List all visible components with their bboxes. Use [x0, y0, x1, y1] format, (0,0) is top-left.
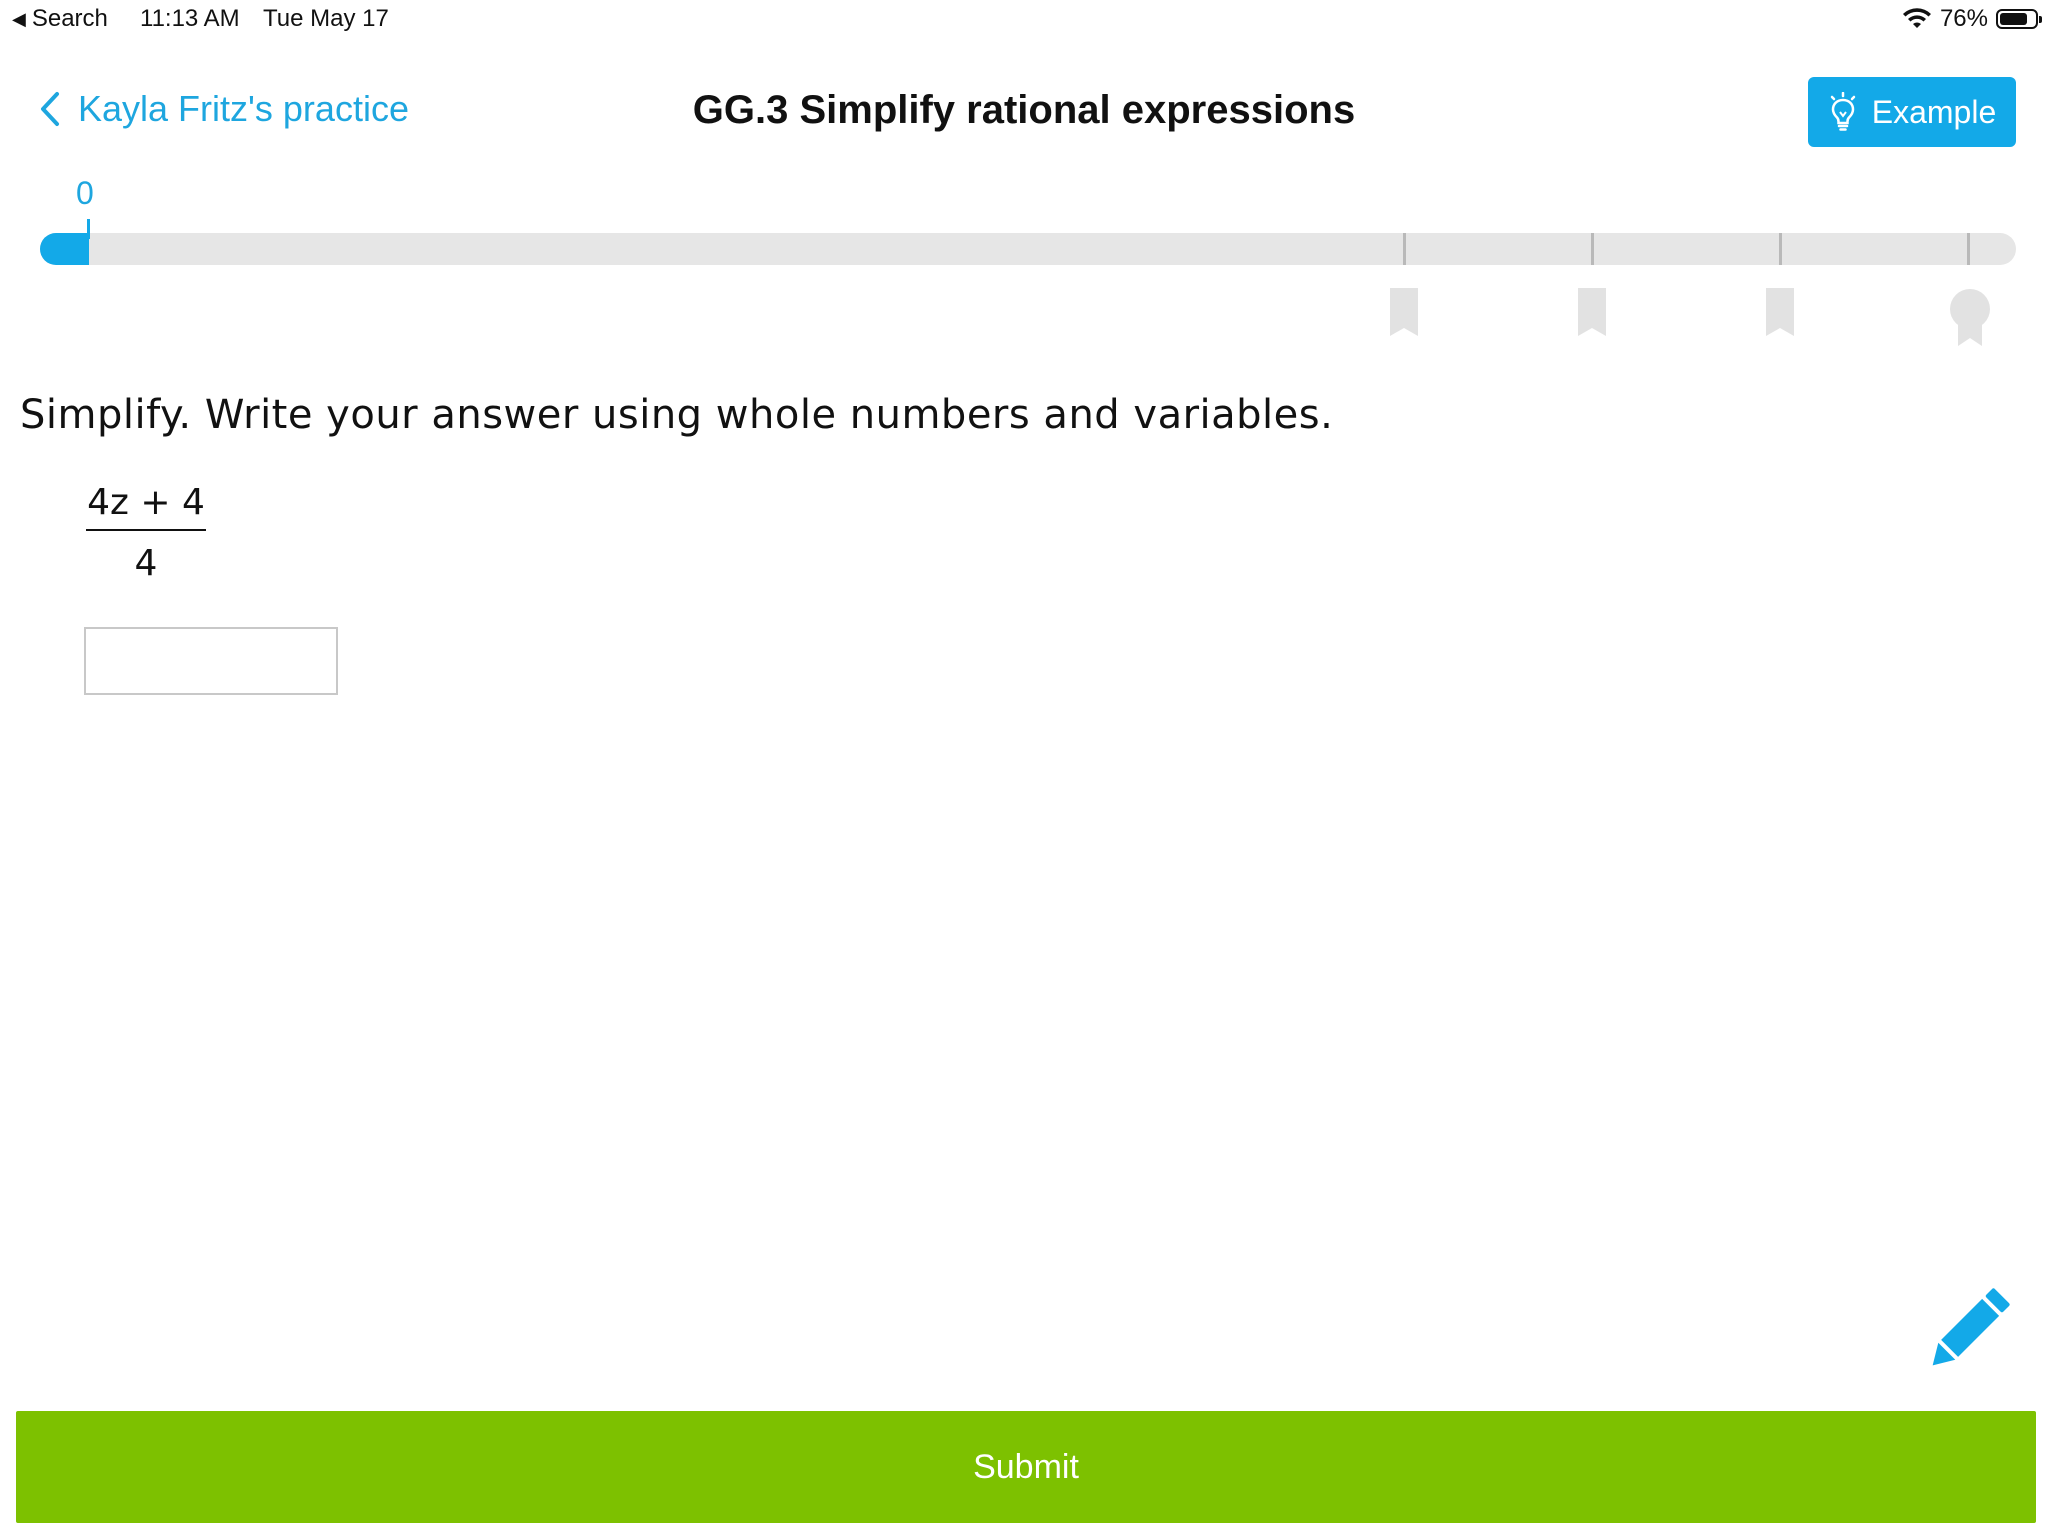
fraction-denominator: 4	[134, 543, 158, 584]
answer-input[interactable]	[84, 627, 338, 695]
return-to-app[interactable]: ◀ Search	[12, 5, 108, 33]
progress-tick-90	[1779, 233, 1782, 265]
example-button[interactable]: Example	[1808, 77, 2016, 147]
status-indicators: 76%	[1902, 5, 2042, 33]
progress-tick-70	[1403, 233, 1406, 265]
fraction-numerator: 4z + 4	[86, 482, 206, 531]
submit-button[interactable]: Submit	[16, 1411, 2036, 1523]
progress-fill	[40, 233, 89, 265]
wifi-icon	[1902, 8, 1931, 28]
award-ribbon-icon	[1950, 289, 1990, 346]
status-date: Tue May 17	[263, 5, 389, 32]
progress-tick-80	[1591, 233, 1594, 265]
question-prompt: Simplify. Write your answer using whole …	[20, 392, 1334, 438]
bookmark-icon	[1390, 288, 1418, 336]
pencil-icon[interactable]	[1918, 1280, 2018, 1380]
rational-expression: 4z + 4 4	[86, 482, 206, 584]
battery-icon	[1996, 9, 2042, 29]
page-title: GG.3 Simplify rational expressions	[692, 88, 1356, 132]
return-app-label: Search	[31, 5, 108, 32]
status-time: 11:13 AM	[140, 5, 240, 32]
example-button-label: Example	[1871, 93, 1997, 130]
back-triangle-icon: ◀	[12, 8, 26, 29]
smartscore-value: 0	[76, 175, 94, 211]
smartscore-progress-bar	[40, 219, 2016, 265]
battery-percent: 76%	[1939, 5, 1988, 32]
progress-tick-100	[1967, 233, 1970, 265]
bookmark-icon	[1578, 288, 1606, 336]
bookmark-icon	[1766, 288, 1794, 336]
lightbulb-icon	[1830, 92, 1855, 131]
progress-pointer	[87, 219, 90, 239]
status-bar: ◀ Search 11:13 AM Tue May 17 76%	[0, 0, 2048, 40]
practice-screen: ◀ Search 11:13 AM Tue May 17 76% Kayla F…	[0, 0, 2048, 1536]
